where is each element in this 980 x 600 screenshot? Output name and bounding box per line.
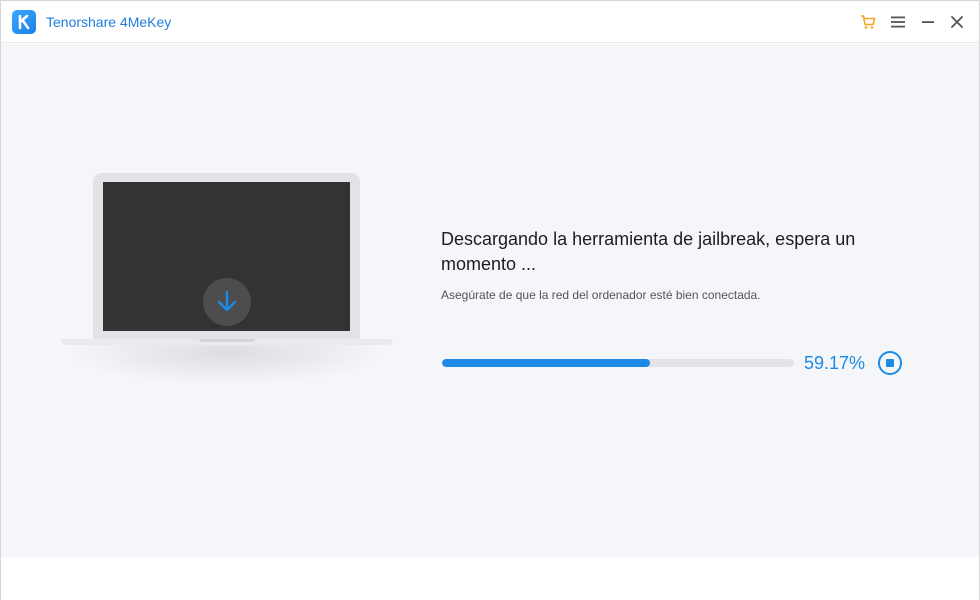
progress-bar [442,359,794,367]
progress-fill [442,359,651,367]
title-bar: Tenorshare 4MeKey [1,1,979,43]
laptop-illustration [61,173,393,385]
menu-icon[interactable] [888,12,908,32]
cart-icon[interactable] [858,12,878,32]
download-arrow-icon [203,278,251,326]
network-hint: Asegúrate de que la red del ordenador es… [441,288,761,302]
close-icon[interactable] [947,12,967,32]
footer-bar [1,557,979,600]
progress-percent: 59.17% [804,353,866,373]
laptop-notch [199,339,255,342]
stop-icon [886,359,894,367]
app-title: Tenorshare 4MeKey [46,14,172,30]
minimize-icon[interactable] [918,12,938,32]
stop-download-button[interactable] [878,351,902,375]
download-heading: Descargando la herramienta de jailbreak,… [441,229,856,274]
app-logo-icon [12,10,36,34]
app-window: Tenorshare 4MeKey Descargando la herrami… [0,0,980,600]
laptop-shadow [65,345,389,385]
